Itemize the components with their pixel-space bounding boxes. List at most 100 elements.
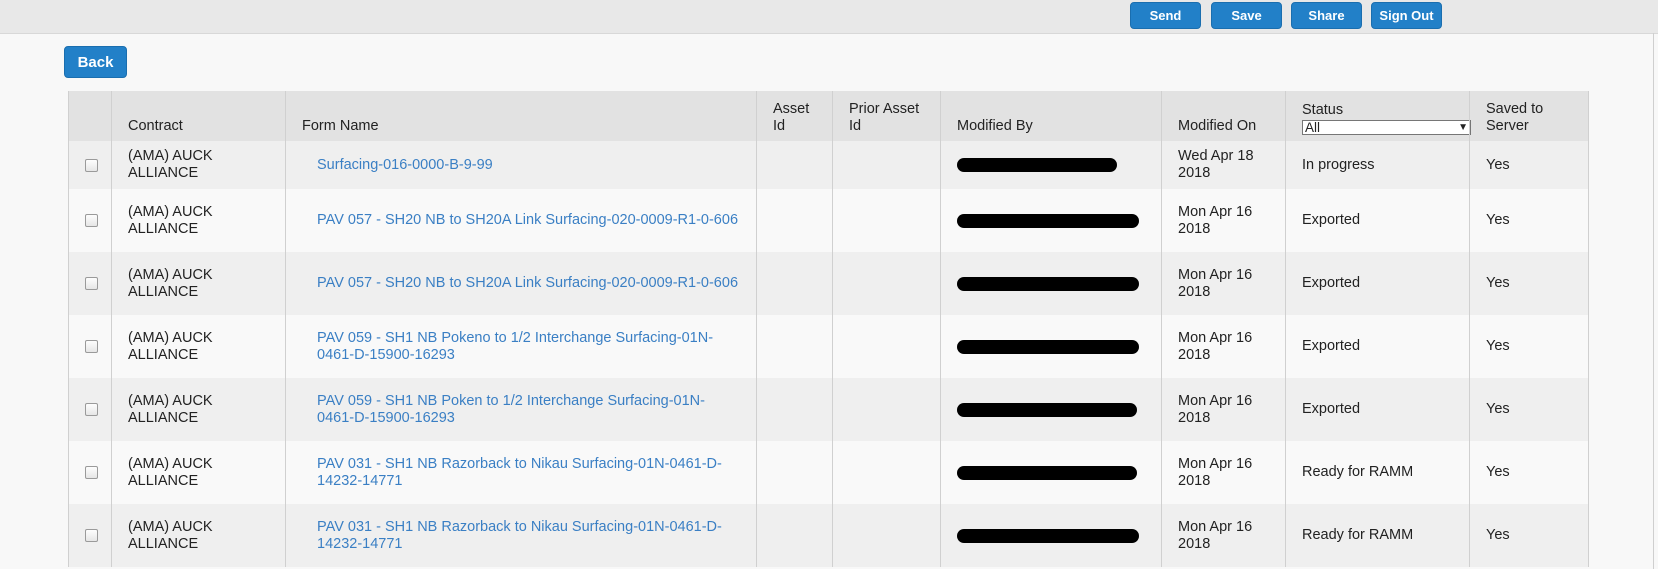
prior-asset-id-cell bbox=[832, 252, 941, 315]
send-button[interactable]: Send bbox=[1130, 2, 1201, 29]
saved-to-server-cell: Yes bbox=[1469, 378, 1589, 441]
select-column-header bbox=[68, 91, 112, 141]
status-header-label: Status bbox=[1302, 102, 1344, 118]
status-cell: Exported bbox=[1285, 378, 1470, 441]
row-checkbox[interactable] bbox=[85, 466, 98, 479]
modified-by-cell bbox=[940, 141, 1162, 189]
row-select-cell bbox=[68, 189, 112, 252]
modified-on-cell: Mon Apr 16 2018 bbox=[1161, 189, 1286, 252]
table-row[interactable]: (AMA) AUCK ALLIANCE PAV 057 - SH20 NB to … bbox=[68, 189, 1589, 252]
status-filter-value: All bbox=[1305, 120, 1321, 135]
asset-id-cell bbox=[756, 378, 833, 441]
modified-by-cell bbox=[940, 189, 1162, 252]
form-name-link[interactable]: PAV 057 - SH20 NB to SH20A Link Surfacin… bbox=[302, 275, 740, 292]
top-toolbar: Send Save Share Sign Out bbox=[0, 0, 1658, 34]
modified-on-cell: Mon Apr 16 2018 bbox=[1161, 504, 1286, 567]
saved-to-server-cell: Yes bbox=[1469, 441, 1589, 504]
asset-id-cell bbox=[756, 141, 833, 189]
status-cell: Exported bbox=[1285, 315, 1470, 378]
prior-asset-id-cell bbox=[832, 378, 941, 441]
back-button[interactable]: Back bbox=[64, 46, 127, 78]
redacted-email bbox=[957, 528, 1139, 543]
modified-by-cell bbox=[940, 441, 1162, 504]
row-select-cell bbox=[68, 315, 112, 378]
asset-id-cell bbox=[756, 252, 833, 315]
row-checkbox[interactable] bbox=[85, 340, 98, 353]
prior-asset-id-cell bbox=[832, 315, 941, 378]
modified-on-cell: Mon Apr 16 2018 bbox=[1161, 378, 1286, 441]
row-select-cell bbox=[68, 441, 112, 504]
dropdown-arrow-icon: ▼ bbox=[1458, 122, 1468, 133]
form-name-link[interactable]: PAV 059 - SH1 NB Poken to 1/2 Interchang… bbox=[302, 393, 740, 427]
form-name-link[interactable]: PAV 031 - SH1 NB Razorback to Nikau Surf… bbox=[302, 456, 740, 490]
table-row[interactable]: (AMA) AUCK ALLIANCE PAV 059 - SH1 NB Poke… bbox=[68, 315, 1589, 378]
contract-cell: (AMA) AUCK ALLIANCE bbox=[111, 141, 286, 189]
status-filter-select[interactable]: All ▼ bbox=[1302, 120, 1471, 135]
contract-cell: (AMA) AUCK ALLIANCE bbox=[111, 504, 286, 567]
forms-table: Contract Form Name Asset Id Prior Asset … bbox=[68, 91, 1589, 567]
saved-to-server-cell: Yes bbox=[1469, 252, 1589, 315]
modified-by-cell bbox=[940, 378, 1162, 441]
redacted-email bbox=[957, 465, 1137, 480]
form-name-link[interactable]: PAV 059 - SH1 NB Pokeno to 1/2 Interchan… bbox=[302, 330, 740, 364]
contract-cell: (AMA) AUCK ALLIANCE bbox=[111, 315, 286, 378]
form-name-column-header[interactable]: Form Name bbox=[285, 91, 757, 141]
saved-to-server-column-header[interactable]: Saved to Server bbox=[1469, 91, 1589, 141]
table-row[interactable]: (AMA) AUCK ALLIANCE PAV 057 - SH20 NB to … bbox=[68, 252, 1589, 315]
status-cell: Ready for RAMM bbox=[1285, 504, 1470, 567]
modified-on-cell: Wed Apr 18 2018 bbox=[1161, 141, 1286, 189]
redacted-email bbox=[957, 402, 1137, 417]
modified-on-column-header[interactable]: Modified On bbox=[1161, 91, 1286, 141]
contract-column-header[interactable]: Contract bbox=[111, 91, 286, 141]
prior-asset-id-cell bbox=[832, 189, 941, 252]
form-name-link[interactable]: PAV 057 - SH20 NB to SH20A Link Surfacin… bbox=[302, 212, 740, 229]
status-cell: In progress bbox=[1285, 141, 1470, 189]
prior-asset-id-cell bbox=[832, 504, 941, 567]
row-checkbox[interactable] bbox=[85, 214, 98, 227]
asset-id-cell bbox=[756, 504, 833, 567]
modified-by-column-header[interactable]: Modified By bbox=[940, 91, 1162, 141]
contract-cell: (AMA) AUCK ALLIANCE bbox=[111, 441, 286, 504]
asset-id-column-header[interactable]: Asset Id bbox=[756, 91, 833, 141]
row-checkbox[interactable] bbox=[85, 403, 98, 416]
form-name-cell: PAV 059 - SH1 NB Poken to 1/2 Interchang… bbox=[285, 378, 757, 441]
status-column-header: Status All ▼ bbox=[1285, 91, 1471, 141]
row-select-cell bbox=[68, 504, 112, 567]
saved-to-server-cell: Yes bbox=[1469, 504, 1589, 567]
modified-by-cell bbox=[940, 252, 1162, 315]
scrollbar-edge bbox=[1653, 33, 1654, 569]
form-name-cell: PAV 059 - SH1 NB Pokeno to 1/2 Interchan… bbox=[285, 315, 757, 378]
contract-cell: (AMA) AUCK ALLIANCE bbox=[111, 189, 286, 252]
prior-asset-id-column-header[interactable]: Prior Asset Id bbox=[832, 91, 941, 141]
modified-on-cell: Mon Apr 16 2018 bbox=[1161, 252, 1286, 315]
table-row[interactable]: (AMA) AUCK ALLIANCE Surfacing-016-0000-B-… bbox=[68, 141, 1589, 189]
form-name-cell: PAV 031 - SH1 NB Razorback to Nikau Surf… bbox=[285, 441, 757, 504]
status-cell: Exported bbox=[1285, 252, 1470, 315]
sign-out-button[interactable]: Sign Out bbox=[1371, 2, 1442, 29]
asset-id-cell bbox=[756, 189, 833, 252]
redacted-email bbox=[957, 339, 1139, 354]
row-checkbox[interactable] bbox=[85, 529, 98, 542]
contract-cell: (AMA) AUCK ALLIANCE bbox=[111, 252, 286, 315]
row-select-cell bbox=[68, 252, 112, 315]
status-cell: Ready for RAMM bbox=[1285, 441, 1470, 504]
table-row[interactable]: (AMA) AUCK ALLIANCE PAV 031 - SH1 NB Razo… bbox=[68, 504, 1589, 567]
prior-asset-id-cell bbox=[832, 141, 941, 189]
table-header-row: Contract Form Name Asset Id Prior Asset … bbox=[68, 91, 1589, 141]
asset-id-cell bbox=[756, 441, 833, 504]
row-checkbox[interactable] bbox=[85, 277, 98, 290]
form-name-link[interactable]: Surfacing-016-0000-B-9-99 bbox=[302, 157, 740, 174]
table-row[interactable]: (AMA) AUCK ALLIANCE PAV 031 - SH1 NB Razo… bbox=[68, 441, 1589, 504]
contract-cell: (AMA) AUCK ALLIANCE bbox=[111, 378, 286, 441]
modified-by-cell bbox=[940, 504, 1162, 567]
saved-to-server-cell: Yes bbox=[1469, 315, 1589, 378]
row-checkbox[interactable] bbox=[85, 158, 98, 172]
form-name-link[interactable]: PAV 031 - SH1 NB Razorback to Nikau Surf… bbox=[302, 519, 740, 553]
share-button[interactable]: Share bbox=[1291, 2, 1362, 29]
modified-by-cell bbox=[940, 315, 1162, 378]
redacted-email bbox=[957, 158, 1117, 172]
save-button[interactable]: Save bbox=[1211, 2, 1282, 29]
form-name-cell: PAV 057 - SH20 NB to SH20A Link Surfacin… bbox=[285, 189, 757, 252]
table-row[interactable]: (AMA) AUCK ALLIANCE PAV 059 - SH1 NB Poke… bbox=[68, 378, 1589, 441]
form-name-cell: Surfacing-016-0000-B-9-99 bbox=[285, 141, 757, 189]
